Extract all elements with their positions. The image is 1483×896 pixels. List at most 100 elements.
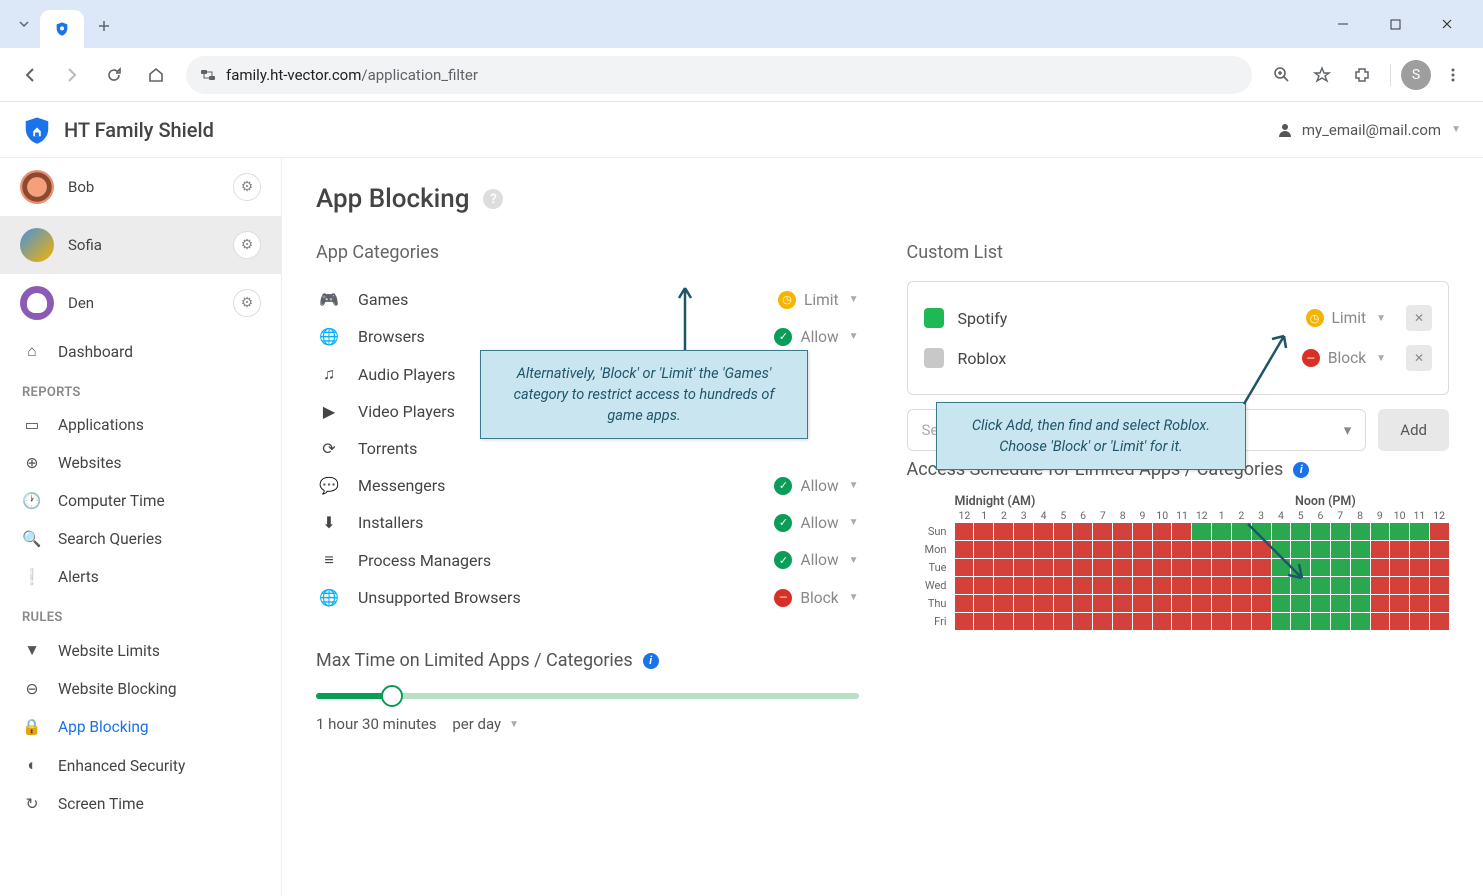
schedule-cell[interactable] <box>1014 595 1033 612</box>
schedule-cell[interactable] <box>1311 541 1330 558</box>
schedule-cell[interactable] <box>1371 595 1390 612</box>
nav-applications[interactable]: ▭Applications <box>0 406 281 444</box>
nav-website-limits[interactable]: ▼Website Limits <box>0 631 281 670</box>
schedule-cell[interactable] <box>1153 613 1172 630</box>
schedule-cell[interactable] <box>1331 559 1350 576</box>
schedule-cell[interactable] <box>1232 523 1251 540</box>
schedule-cell[interactable] <box>1311 613 1330 630</box>
gear-icon[interactable]: ⚙ <box>233 173 261 201</box>
schedule-cell[interactable] <box>1331 613 1350 630</box>
schedule-cell[interactable] <box>1212 523 1231 540</box>
schedule-cell[interactable] <box>1172 559 1191 576</box>
schedule-cell[interactable] <box>1390 613 1409 630</box>
schedule-cell[interactable] <box>1093 559 1112 576</box>
schedule-cell[interactable] <box>1034 541 1053 558</box>
schedule-cell[interactable] <box>1153 523 1172 540</box>
schedule-cell[interactable] <box>1371 559 1390 576</box>
nav-dashboard[interactable]: ⌂Dashboard <box>0 332 281 371</box>
schedule-cell[interactable] <box>1133 613 1152 630</box>
menu-icon[interactable] <box>1435 57 1471 93</box>
schedule-cell[interactable] <box>1113 595 1132 612</box>
schedule-cell[interactable] <box>1133 541 1152 558</box>
schedule-cell[interactable] <box>1351 577 1370 594</box>
schedule-cell[interactable] <box>1034 559 1053 576</box>
schedule-cell[interactable] <box>1034 523 1053 540</box>
schedule-cell[interactable] <box>974 613 993 630</box>
profile-bob[interactable]: Bob ⚙ <box>0 158 281 216</box>
schedule-cell[interactable] <box>1153 559 1172 576</box>
schedule-cell[interactable] <box>1093 577 1112 594</box>
browser-profile-avatar[interactable]: S <box>1401 60 1431 90</box>
schedule-cell[interactable] <box>1232 541 1251 558</box>
schedule-cell[interactable] <box>1153 541 1172 558</box>
schedule-cell[interactable] <box>1410 595 1429 612</box>
profile-sofia[interactable]: Sofia ⚙ <box>0 216 281 274</box>
schedule-cell[interactable] <box>1232 577 1251 594</box>
schedule-cell[interactable] <box>1351 613 1370 630</box>
schedule-cell[interactable] <box>1272 613 1291 630</box>
schedule-cell[interactable] <box>1410 577 1429 594</box>
schedule-cell[interactable] <box>1311 523 1330 540</box>
nav-website-blocking[interactable]: ⊖Website Blocking <box>0 670 281 708</box>
schedule-cell[interactable] <box>1172 577 1191 594</box>
schedule-cell[interactable] <box>1390 559 1409 576</box>
forward-button[interactable] <box>54 57 90 93</box>
schedule-grid[interactable]: SunMonTueWedThuFri <box>907 522 1450 630</box>
schedule-cell[interactable] <box>1291 559 1310 576</box>
status-dropdown[interactable]: ✓Allow▼ <box>774 328 858 346</box>
schedule-cell[interactable] <box>1034 577 1053 594</box>
schedule-cell[interactable] <box>1430 559 1449 576</box>
schedule-cell[interactable] <box>1172 613 1191 630</box>
schedule-cell[interactable] <box>1291 595 1310 612</box>
tab-dropdown[interactable] <box>8 8 40 40</box>
schedule-cell[interactable] <box>1212 559 1231 576</box>
schedule-cell[interactable] <box>1192 613 1211 630</box>
schedule-cell[interactable] <box>1272 595 1291 612</box>
schedule-cell[interactable] <box>955 559 974 576</box>
schedule-cell[interactable] <box>1351 541 1370 558</box>
schedule-cell[interactable] <box>1133 523 1152 540</box>
schedule-cell[interactable] <box>1093 541 1112 558</box>
schedule-cell[interactable] <box>1192 523 1211 540</box>
schedule-cell[interactable] <box>1014 559 1033 576</box>
schedule-cell[interactable] <box>955 613 974 630</box>
schedule-cell[interactable] <box>955 595 974 612</box>
schedule-cell[interactable] <box>1390 577 1409 594</box>
close-button[interactable] <box>1427 8 1467 40</box>
minimize-button[interactable] <box>1323 8 1363 40</box>
schedule-cell[interactable] <box>1192 541 1211 558</box>
schedule-cell[interactable] <box>1291 613 1310 630</box>
schedule-cell[interactable] <box>1054 559 1073 576</box>
nav-websites[interactable]: ⊕Websites <box>0 444 281 482</box>
schedule-cell[interactable] <box>1351 595 1370 612</box>
nav-screen-time[interactable]: ↻Screen Time <box>0 785 281 823</box>
status-dropdown[interactable]: ✓Allow▼ <box>774 551 858 569</box>
schedule-cell[interactable] <box>1252 577 1271 594</box>
schedule-cell[interactable] <box>1192 559 1211 576</box>
maxtime-value[interactable]: 1 hour 30 minutes per day ▼ <box>316 715 859 733</box>
schedule-cell[interactable] <box>1390 523 1409 540</box>
schedule-cell[interactable] <box>1153 577 1172 594</box>
schedule-cell[interactable] <box>1212 595 1231 612</box>
schedule-cell[interactable] <box>974 541 993 558</box>
schedule-cell[interactable] <box>1252 523 1271 540</box>
schedule-cell[interactable] <box>1054 523 1073 540</box>
schedule-cell[interactable] <box>1311 559 1330 576</box>
schedule-cell[interactable] <box>1172 523 1191 540</box>
status-dropdown[interactable]: —Block▼ <box>1302 349 1386 367</box>
schedule-cell[interactable] <box>1430 595 1449 612</box>
schedule-cell[interactable] <box>1054 541 1073 558</box>
schedule-cell[interactable] <box>1113 523 1132 540</box>
schedule-cell[interactable] <box>1351 523 1370 540</box>
schedule-cell[interactable] <box>1272 577 1291 594</box>
status-dropdown[interactable]: ✓Allow▼ <box>774 514 858 532</box>
add-button[interactable]: Add <box>1378 409 1449 451</box>
schedule-cell[interactable] <box>1093 613 1112 630</box>
schedule-cell[interactable] <box>1212 577 1231 594</box>
nav-app-blocking[interactable]: 🔒App Blocking <box>0 708 281 746</box>
schedule-cell[interactable] <box>1252 613 1271 630</box>
schedule-cell[interactable] <box>1390 595 1409 612</box>
schedule-cell[interactable] <box>1371 541 1390 558</box>
schedule-cell[interactable] <box>1232 559 1251 576</box>
nav-enhanced-security[interactable]: ◐Enhanced Security <box>0 746 281 785</box>
